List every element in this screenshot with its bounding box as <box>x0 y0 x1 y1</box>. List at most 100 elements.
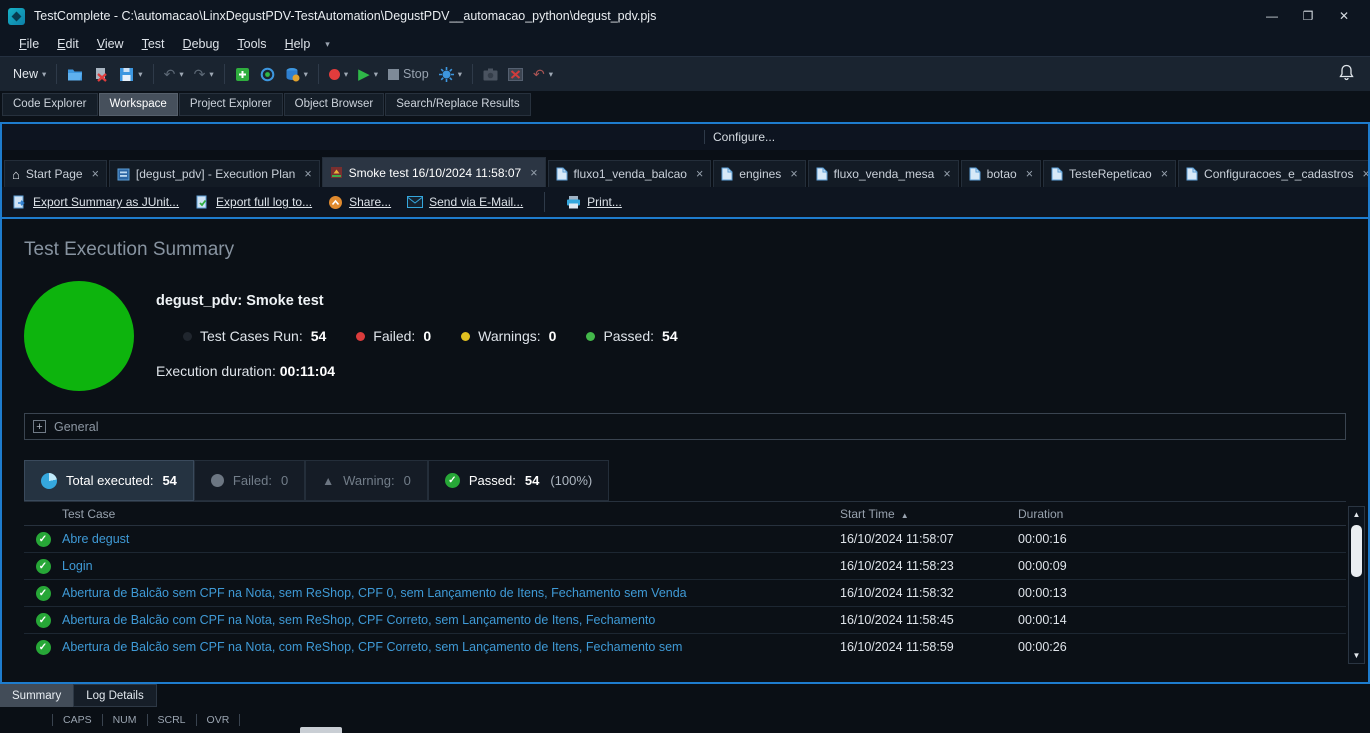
menu-edit[interactable]: Edit <box>48 34 88 54</box>
menu-debug[interactable]: Debug <box>174 34 229 54</box>
log-view-tab-bar: Summary Log Details <box>0 684 1370 707</box>
debug-dropdown-caret[interactable]: ▾ <box>458 69 462 80</box>
record-dropdown-caret[interactable]: ▾ <box>344 69 348 80</box>
menu-test[interactable]: Test <box>133 34 174 54</box>
header-test-case[interactable]: Test Case <box>62 507 840 521</box>
scrollbar-thumb[interactable] <box>1351 525 1362 577</box>
data-settings-dropdown-caret[interactable]: ▾ <box>304 69 308 80</box>
header-start-time[interactable]: Start Time▲ <box>840 507 1018 521</box>
share-button[interactable]: Share... <box>328 195 391 210</box>
passed-check-icon: ✓ <box>36 532 51 547</box>
doc-tab-fluxo-venda-mesa[interactable]: fluxo_venda_mesa × <box>808 160 959 187</box>
revert-dropdown-caret[interactable]: ▾ <box>549 69 553 80</box>
redo-button[interactable]: ↷ ▾ <box>189 63 219 85</box>
table-row[interactable]: ✓ Abre degust 16/10/2024 11:58:07 00:00:… <box>24 526 1346 553</box>
minimize-button[interactable]: — <box>1254 3 1290 29</box>
table-row[interactable]: ✓ Abertura de Balcão sem CPF na Nota, co… <box>24 634 1346 659</box>
doc-tab-start-page[interactable]: ⌂ Start Page × <box>4 160 107 187</box>
open-button[interactable] <box>62 63 88 85</box>
close-button[interactable]: ✕ <box>1326 3 1362 29</box>
configure-link[interactable]: Configure... <box>713 130 775 144</box>
filter-tab-failed[interactable]: Failed: 0 <box>194 460 305 501</box>
tab-workspace[interactable]: Workspace <box>99 93 178 116</box>
run-dropdown-caret[interactable]: ▾ <box>374 69 378 80</box>
close-tab-icon[interactable]: × <box>1161 167 1168 181</box>
close-tab-icon[interactable]: × <box>790 167 797 181</box>
delete-results-button[interactable] <box>503 64 528 85</box>
filter-tab-passed[interactable]: ✓ Passed: 54 (100%) <box>428 460 609 501</box>
table-row[interactable]: ✓ Abertura de Balcão sem CPF na Nota, se… <box>24 580 1346 607</box>
new-dropdown-caret[interactable]: ▾ <box>42 69 46 80</box>
redo-dropdown-caret[interactable]: ▾ <box>209 69 213 80</box>
tab-code-explorer[interactable]: Code Explorer <box>2 93 98 116</box>
close-tab-icon[interactable]: × <box>696 167 703 181</box>
doc-tab-smoke-test-log[interactable]: Smoke test 16/10/2024 11:58:07 × <box>322 157 546 187</box>
doc-tab-testerepeticao[interactable]: TesteRepeticao × <box>1043 160 1176 187</box>
table-row[interactable]: ✓ Login 16/10/2024 11:58:23 00:00:09 <box>24 553 1346 580</box>
tab-summary[interactable]: Summary <box>0 684 73 707</box>
close-tab-icon[interactable]: × <box>304 167 311 181</box>
test-case-link[interactable]: Login <box>62 559 840 573</box>
doc-tab-execution-plan[interactable]: [degust_pdv] - Execution Plan × <box>109 160 320 187</box>
tab-object-browser[interactable]: Object Browser <box>284 93 385 116</box>
doc-tab-botao[interactable]: botao × <box>961 160 1041 187</box>
close-tab-icon[interactable]: × <box>943 167 950 181</box>
new-button[interactable]: New ▾ <box>8 63 51 85</box>
general-section-header[interactable]: + General <box>24 413 1346 440</box>
record-button[interactable]: ▾ <box>324 65 353 84</box>
close-file-button[interactable] <box>88 63 114 86</box>
test-case-link[interactable]: Abertura de Balcão sem CPF na Nota, sem … <box>62 586 840 600</box>
export-full-log-button[interactable]: Export full log to... <box>195 195 312 210</box>
test-case-link[interactable]: Abre degust <box>62 532 840 546</box>
save-dropdown-caret[interactable]: ▾ <box>138 69 142 80</box>
vertical-scrollbar[interactable]: ▲ ▼ <box>1348 506 1365 664</box>
test-case-link[interactable]: Abertura de Balcão com CPF na Nota, sem … <box>62 613 840 627</box>
revert-button[interactable]: ↶ ▾ <box>528 63 558 85</box>
menu-help[interactable]: Help <box>276 34 320 54</box>
filter-tab-warning[interactable]: ▲ Warning: 0 <box>305 460 428 501</box>
status-caps: CAPS <box>53 714 102 726</box>
doc-tab-configuracoes-e-cadastros[interactable]: Configuracoes_e_cadastros × <box>1178 160 1368 187</box>
notifications-button[interactable] <box>1339 64 1362 84</box>
close-tab-icon[interactable]: × <box>1026 167 1033 181</box>
close-tab-icon[interactable]: × <box>530 166 537 180</box>
undo-dropdown-caret[interactable]: ▾ <box>179 69 183 80</box>
email-icon <box>407 196 423 208</box>
expand-icon[interactable]: + <box>33 420 46 433</box>
undo-button[interactable]: ↶ ▾ <box>159 63 189 85</box>
export-log-icon <box>195 195 210 210</box>
export-junit-button[interactable]: Export Summary as JUnit... <box>12 195 179 210</box>
stop-button[interactable]: Stop <box>383 63 434 85</box>
scroll-down-button[interactable]: ▼ <box>1349 648 1364 663</box>
stat-value: 0 <box>549 328 557 344</box>
menu-overflow-caret[interactable]: ▾ <box>319 39 336 50</box>
doc-tab-engines[interactable]: engines × <box>713 160 805 187</box>
data-settings-button[interactable]: ▾ <box>280 63 313 86</box>
screenshot-button[interactable] <box>478 64 503 85</box>
print-button[interactable]: Print... <box>566 195 622 209</box>
add-item-button[interactable] <box>230 63 255 86</box>
run-button[interactable]: ▶ ▾ <box>353 63 383 86</box>
menu-file[interactable]: File <box>10 34 48 54</box>
menu-view[interactable]: View <box>88 34 133 54</box>
menu-tools[interactable]: Tools <box>228 34 275 54</box>
tab-project-explorer[interactable]: Project Explorer <box>179 93 283 116</box>
toolbar-separator <box>56 64 57 84</box>
restore-button[interactable]: ❐ <box>1290 3 1326 29</box>
save-button[interactable]: ▾ <box>114 63 147 86</box>
tab-log-details[interactable]: Log Details <box>73 684 157 707</box>
send-email-button[interactable]: Send via E-Mail... <box>407 195 523 209</box>
close-tab-icon[interactable]: × <box>1362 167 1368 181</box>
test-case-link[interactable]: Abertura de Balcão sem CPF na Nota, com … <box>62 640 840 654</box>
record-test-button[interactable] <box>255 63 280 86</box>
doc-tab-fluxo1-venda-balcao[interactable]: fluxo1_venda_balcao × <box>548 160 712 187</box>
debug-button[interactable]: ▾ <box>434 63 467 86</box>
summary-panel: Test Execution Summary degust_pdv: Smoke… <box>2 219 1368 682</box>
tab-search-replace-results[interactable]: Search/Replace Results <box>385 93 530 116</box>
failed-dot-icon <box>356 332 365 341</box>
filter-tab-total-executed[interactable]: Total executed: 54 <box>24 460 194 501</box>
table-row[interactable]: ✓ Abertura de Balcão com CPF na Nota, se… <box>24 607 1346 634</box>
header-duration[interactable]: Duration <box>1018 507 1346 521</box>
close-tab-icon[interactable]: × <box>92 167 99 181</box>
scroll-up-button[interactable]: ▲ <box>1349 507 1364 522</box>
